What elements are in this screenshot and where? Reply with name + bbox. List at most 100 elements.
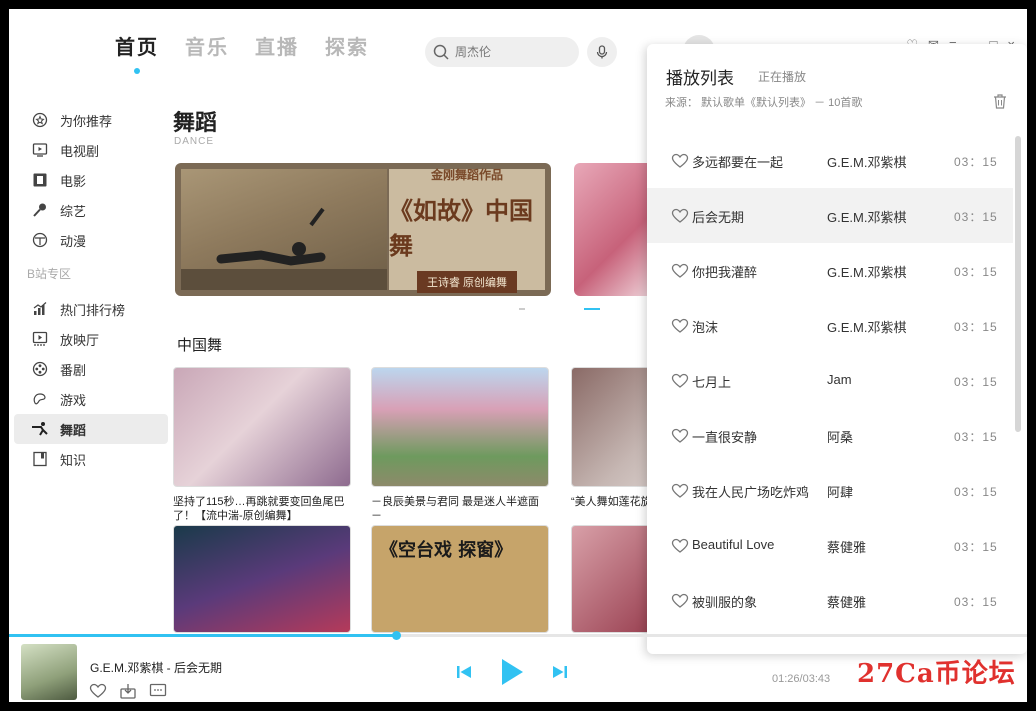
- playback-controls: [455, 657, 569, 687]
- song-artist: G.E.M.邓紫棋: [827, 320, 907, 335]
- video-caption: －良辰美景与君同 最是迷人半遮面－: [371, 496, 540, 522]
- tab-explore[interactable]: 探索: [325, 31, 369, 60]
- sidebar-item-dance[interactable]: 舞蹈: [14, 414, 168, 444]
- playlist-row[interactable]: 泡沫 G.E.M.邓紫棋 03：15: [647, 298, 1013, 353]
- previous-icon[interactable]: [455, 663, 473, 681]
- play-icon[interactable]: [499, 657, 525, 687]
- heart-icon[interactable]: [671, 538, 689, 554]
- sidebar-item-knowledge[interactable]: 知识: [14, 444, 168, 474]
- film-icon: [31, 171, 49, 189]
- sidebar-item-ranking[interactable]: 热门排行榜: [14, 294, 168, 324]
- playlist-row[interactable]: 七月上 Jam 03：15: [647, 353, 1013, 408]
- voice-search-button[interactable]: [587, 37, 617, 67]
- song-artist: G.E.M.邓紫棋: [827, 210, 907, 225]
- sidebar: 为你推荐 电视剧 电影 综艺 动漫 B站专区 热门排行榜 放映厅 番剧 游戏 舞…: [14, 105, 168, 474]
- heart-icon[interactable]: [671, 373, 689, 389]
- recommend-icon: [31, 111, 49, 129]
- tv-icon: [31, 141, 49, 159]
- comment-icon[interactable]: [149, 683, 167, 699]
- playlist-row[interactable]: 我在人民广场吃炸鸡 阿肆 03：15: [647, 463, 1013, 518]
- song-duration: 03：15: [954, 430, 998, 444]
- sidebar-section-title: B站专区: [27, 267, 72, 281]
- heart-icon[interactable]: [671, 483, 689, 499]
- song-title: 后会无期: [692, 210, 745, 225]
- playlist-row[interactable]: 被驯服的象 蔡健雅 03：15: [647, 573, 1013, 628]
- video-card[interactable]: [173, 525, 351, 633]
- playlist-row[interactable]: 多远都要在一起 G.E.M.邓紫棋 03：15: [647, 133, 1013, 188]
- carousel-dot[interactable]: [519, 308, 525, 310]
- heart-icon[interactable]: [671, 208, 689, 224]
- sidebar-item-tv[interactable]: 电视剧: [14, 135, 168, 165]
- now-playing-title: G.E.M.邓紫棋 - 后会无期: [90, 661, 223, 675]
- carousel-dot-active[interactable]: [584, 308, 600, 310]
- heart-icon[interactable]: [671, 263, 689, 279]
- video-card[interactable]: －良辰美景与君同 最是迷人半遮面－: [371, 367, 549, 523]
- category-title: 舞蹈: [173, 110, 218, 136]
- sidebar-item-label: 放映厅: [60, 332, 100, 348]
- banner-line3: 王诗睿 原创编舞: [416, 271, 518, 293]
- playlist-panel: 播放列表 正在播放 来源： 默认歌单《默认列表》 － 10首歌 多远都要在一起 G…: [647, 44, 1027, 654]
- playlist-list: 多远都要在一起 G.E.M.邓紫棋 03：15 后会无期 G.E.M.邓紫棋 03：15 你…: [647, 133, 1013, 628]
- search-icon: [433, 44, 449, 60]
- heart-icon[interactable]: [671, 318, 689, 334]
- video-thumbnail: [173, 367, 351, 487]
- sidebar-item-bangumi[interactable]: 番剧: [14, 354, 168, 384]
- playlist-title: 播放列表: [666, 69, 734, 88]
- song-artist: 阿肆: [827, 485, 854, 500]
- sidebar-item-film[interactable]: 电影: [14, 165, 168, 195]
- song-artist: G.E.M.邓紫棋: [827, 265, 907, 280]
- video-card[interactable]: 《空台戏 探窗》: [371, 525, 549, 633]
- microphone-icon: [596, 45, 608, 59]
- playlist-row[interactable]: 后会无期 G.E.M.邓紫棋 03：15: [647, 188, 1013, 243]
- song-artist: 蔡健雅: [827, 595, 867, 610]
- playlist-scrollbar[interactable]: [1015, 136, 1021, 432]
- song-duration: 03：15: [954, 375, 998, 389]
- playlist-row[interactable]: Beautiful Love 蔡健雅 03：15: [647, 518, 1013, 573]
- heart-icon[interactable]: [671, 153, 689, 169]
- heart-icon[interactable]: [671, 428, 689, 444]
- category-subtitle: DANCE: [174, 136, 215, 147]
- banner-card-next[interactable]: [574, 163, 654, 296]
- video-card[interactable]: 坚持了115秒…再跳就要变回鱼尾巴了！【流中湍-原创编舞】: [173, 367, 351, 523]
- trash-icon[interactable]: [993, 94, 1007, 114]
- heart-icon[interactable]: [671, 593, 689, 609]
- playback-time: 01:26/03:43: [772, 673, 831, 685]
- playlist-row[interactable]: 一直很安静 阿桑 03：15: [647, 408, 1013, 463]
- song-duration: 03：15: [954, 540, 998, 554]
- banner-photo: [181, 169, 387, 290]
- song-title: 一直很安静: [692, 430, 758, 445]
- sidebar-item-recommend[interactable]: 为你推荐: [14, 105, 168, 135]
- sidebar-item-game[interactable]: 游戏: [14, 384, 168, 414]
- search-box[interactable]: [425, 37, 579, 67]
- sidebar-item-anime[interactable]: 动漫: [14, 225, 168, 255]
- album-cover[interactable]: [21, 644, 77, 700]
- video-thumbnail: [173, 525, 351, 633]
- banner-card[interactable]: 金刚舞蹈作品 《如故》中国舞 王诗睿 原创编舞: [175, 163, 551, 296]
- video-caption: 坚持了115秒…再跳就要变回鱼尾巴了！【流中湍-原创编舞】: [173, 496, 345, 522]
- sidebar-item-variety[interactable]: 综艺: [14, 195, 168, 225]
- sidebar-item-label: 为你推荐: [60, 113, 113, 129]
- download-icon[interactable]: [119, 683, 137, 699]
- tab-music[interactable]: 音乐: [185, 31, 229, 60]
- banner-plate: 金刚舞蹈作品 《如故》中国舞 王诗睿 原创编舞: [389, 168, 545, 293]
- sidebar-item-theater[interactable]: 放映厅: [14, 324, 168, 354]
- song-title: Beautiful Love: [692, 537, 775, 552]
- sidebar-item-label: 游戏: [60, 392, 87, 408]
- now-playing-actions: [89, 683, 167, 699]
- video-thumbnail: 《空台戏 探窗》: [371, 525, 549, 633]
- song-artist: Jam: [827, 372, 852, 387]
- song-artist: 蔡健雅: [827, 540, 867, 555]
- chart-icon: [31, 300, 49, 318]
- song-duration: 03：15: [954, 155, 998, 169]
- next-icon[interactable]: [551, 663, 569, 681]
- song-duration: 03：15: [954, 320, 998, 334]
- tab-home[interactable]: 首页: [115, 31, 159, 74]
- playlist-source: 来源： 默认歌单《默认列表》 － 10首歌: [665, 97, 863, 109]
- search-input[interactable]: [455, 45, 565, 59]
- app-window: 首页 音乐 直播 探索 ♡ ✉ ≡ － □ × 为你推荐 电视剧 电影: [9, 9, 1027, 702]
- tab-live[interactable]: 直播: [255, 31, 299, 60]
- sidebar-item-label: 舞蹈: [60, 422, 87, 438]
- gamepad-icon: [31, 390, 49, 408]
- playlist-row[interactable]: 你把我灌醉 G.E.M.邓紫棋 03：15: [647, 243, 1013, 298]
- heart-icon[interactable]: [89, 683, 107, 699]
